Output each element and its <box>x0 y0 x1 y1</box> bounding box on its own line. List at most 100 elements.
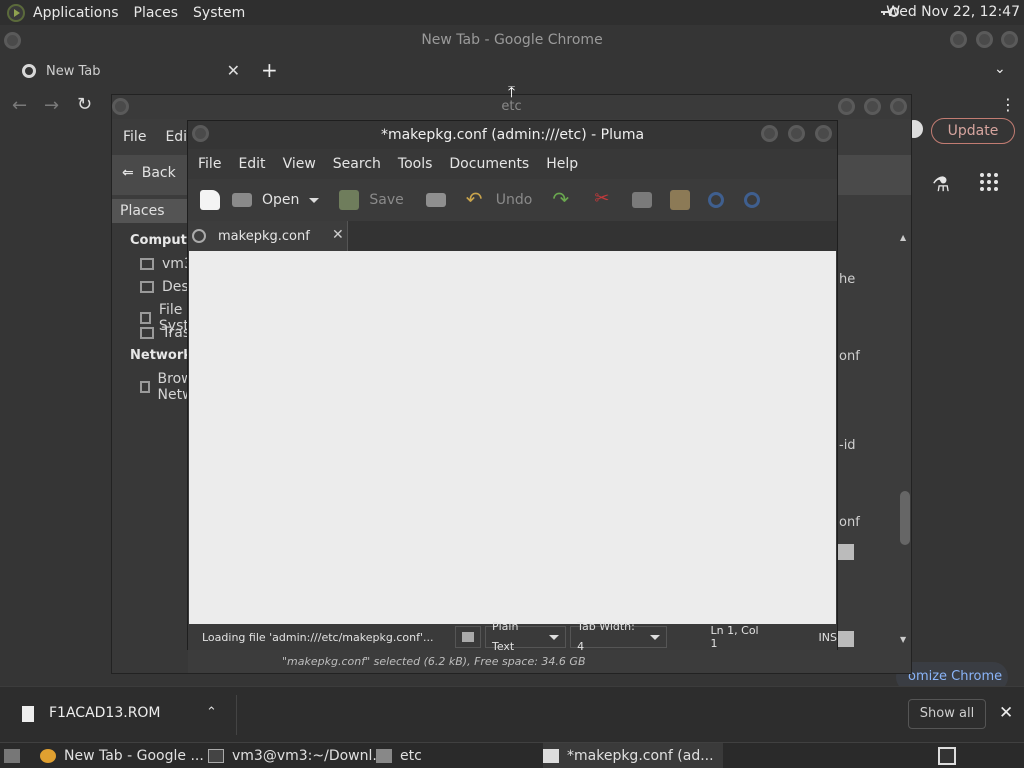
chrome-icon <box>40 749 56 763</box>
print-button[interactable] <box>425 193 446 207</box>
forward-arrow-icon[interactable]: → <box>44 95 59 116</box>
labs-flask-icon[interactable]: ⚗ <box>932 172 950 196</box>
menu-documents[interactable]: Documents <box>449 156 529 172</box>
home-folder-icon <box>140 258 154 270</box>
minimize-button[interactable] <box>761 125 778 142</box>
system-menu[interactable]: System <box>193 5 245 21</box>
chrome-tab[interactable]: New Tab ✕ <box>12 55 250 87</box>
show-desktop-icon[interactable] <box>4 749 20 763</box>
close-button[interactable] <box>815 125 832 142</box>
cursor-position: Ln 1, Col 1 <box>710 624 759 650</box>
open-button[interactable]: Open <box>232 192 299 208</box>
menu-search[interactable]: Search <box>333 156 381 172</box>
menu-file[interactable]: File <box>198 156 221 172</box>
find-replace-icon <box>744 192 761 208</box>
close-icon[interactable]: ✕ <box>999 703 1013 723</box>
tab-width-label: Tab Width: 4 <box>577 620 635 653</box>
taskbar-item-file-manager[interactable]: etc <box>376 743 422 768</box>
pluma-window-title: *makepkg.conf (admin:///etc) - Pluma <box>188 121 837 149</box>
taskbar-item-chrome[interactable]: New Tab - Google ... <box>40 743 204 768</box>
menu-edit[interactable]: Edit <box>238 156 265 172</box>
pluma-statusbar: Loading file 'admin:///etc/makepkg.conf'… <box>188 620 837 653</box>
folder-open-icon <box>232 193 252 207</box>
clipboard-icon <box>670 190 691 210</box>
tab-width-selector[interactable]: Tab Width: 4 <box>570 620 667 653</box>
more-menu-icon[interactable]: ⋮ <box>1000 95 1016 114</box>
show-all-button[interactable]: Show all <box>908 699 986 729</box>
window-menu-button[interactable] <box>192 125 209 142</box>
back-arrow-icon[interactable]: ← <box>12 95 27 116</box>
chevron-down-icon <box>549 634 560 640</box>
redo-button[interactable]: ↷ <box>552 189 572 210</box>
download-file-name[interactable]: F1ACAD13.ROM <box>49 705 161 721</box>
back-button[interactable]: ⇐ Back <box>122 165 176 181</box>
taskbar-item-pluma[interactable]: *makepkg.conf (ad... <box>543 743 723 768</box>
workspace-switcher[interactable] <box>938 747 956 765</box>
menu-file[interactable]: File <box>123 129 146 145</box>
scrollbar-thumb[interactable] <box>900 491 910 545</box>
recent-files-dropdown[interactable] <box>309 197 320 203</box>
language-selector[interactable]: Plain Text <box>484 620 567 653</box>
menu-tools[interactable]: Tools <box>398 156 433 172</box>
reload-icon[interactable]: ↻ <box>77 94 92 115</box>
menu-view[interactable]: View <box>283 156 316 172</box>
close-tab-icon[interactable]: ✕ <box>332 227 344 243</box>
save-label: Save <box>369 192 404 208</box>
network-icon <box>140 381 150 393</box>
trash-icon <box>140 327 154 339</box>
save-button[interactable]: Save <box>339 190 404 210</box>
cut-button[interactable]: ✂ <box>594 190 614 210</box>
file-browser-button[interactable] <box>454 626 481 648</box>
taskbar-item-label: vm3@vm3:~/Downl... <box>232 748 386 764</box>
tab-title: New Tab <box>46 63 101 79</box>
folder-icon <box>376 749 392 763</box>
chevron-up-icon[interactable]: ⌃ <box>206 705 217 720</box>
file-icon[interactable] <box>838 631 854 647</box>
copy-button[interactable] <box>632 192 653 208</box>
paste-button[interactable] <box>670 190 691 210</box>
text-editor-area[interactable] <box>189 251 836 624</box>
close-tab-icon[interactable]: ✕ <box>227 61 240 80</box>
document-tab[interactable]: makepkg.conf ✕ <box>188 221 348 251</box>
find-button[interactable] <box>708 192 725 208</box>
divider <box>236 695 237 735</box>
undo-label: Undo <box>495 192 533 208</box>
applications-menu[interactable]: Applications <box>33 5 119 21</box>
taskbar-item-terminal[interactable]: vm3@vm3:~/Downl... <box>208 743 386 768</box>
maximize-button[interactable] <box>864 98 881 115</box>
open-label: Open <box>262 192 300 208</box>
window-menu-button[interactable] <box>112 98 129 115</box>
downloads-bar: F1ACAD13.ROM ⌃ Show all ✕ <box>0 686 1024 742</box>
new-tab-button[interactable]: + <box>261 58 278 82</box>
tab-search-chevron-icon[interactable]: ⌄ <box>994 61 1006 77</box>
terminal-icon <box>208 749 224 763</box>
language-label: Plain Text <box>491 620 519 653</box>
scroll-down-icon[interactable]: ▼ <box>900 635 906 644</box>
menu-help[interactable]: Help <box>546 156 578 172</box>
vertical-scrollbar[interactable]: ▲ ▼ <box>900 233 910 645</box>
scissors-icon: ✂ <box>594 188 610 209</box>
close-button[interactable] <box>890 98 907 115</box>
window-menu-button[interactable] <box>4 32 21 49</box>
file-name-fragment: he <box>839 272 856 287</box>
replace-button[interactable] <box>744 192 761 208</box>
undo-button[interactable]: ↶ Undo <box>466 189 533 210</box>
minimize-button[interactable] <box>838 98 855 115</box>
scroll-up-icon[interactable]: ▲ <box>900 233 906 242</box>
clock[interactable]: Wed Nov 22, 12:47 <box>886 4 1020 20</box>
places-header[interactable]: Places <box>112 199 188 223</box>
new-document-button[interactable] <box>200 190 220 210</box>
places-menu[interactable]: Places <box>134 5 179 21</box>
chrome-window-title: New Tab - Google Chrome <box>421 32 603 48</box>
file-icon <box>22 706 34 722</box>
maximize-button[interactable] <box>976 31 993 48</box>
minimize-button[interactable] <box>950 31 967 48</box>
apps-grid-icon[interactable] <box>980 173 1000 191</box>
mate-menu-icon[interactable] <box>7 3 25 22</box>
close-button[interactable] <box>1001 31 1018 48</box>
sidebar-item-home[interactable]: vm3 <box>140 256 193 272</box>
update-button[interactable]: Update <box>931 118 1015 144</box>
back-arrow-icon: ⇐ <box>122 165 134 181</box>
file-icon[interactable] <box>838 544 854 560</box>
maximize-button[interactable] <box>788 125 805 142</box>
